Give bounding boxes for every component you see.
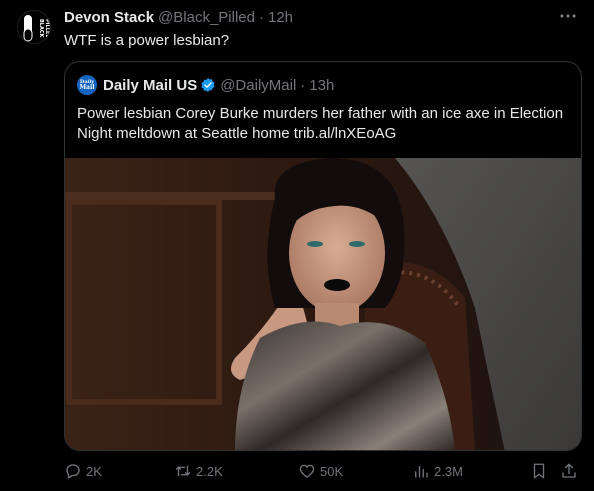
quote-author-name[interactable]: Daily Mail US: [103, 77, 197, 94]
author-name[interactable]: Devon Stack: [64, 9, 154, 27]
tweet[interactable]: BLACK PILLED Devon Stack @Black_Pilled ·…: [0, 0, 594, 491]
tweet-time[interactable]: 12h: [268, 9, 293, 27]
svg-text:PILLED: PILLED: [44, 19, 50, 38]
quote-time[interactable]: 13h: [309, 77, 334, 94]
quote-text: Power lesbian Corey Burke murders her fa…: [77, 105, 564, 142]
like-count: 50K: [320, 463, 344, 479]
quote-author-handle[interactable]: @DailyMail: [220, 77, 296, 94]
daily-mail-avatar-icon[interactable]: Daily Mail: [77, 75, 97, 95]
views-button[interactable]: 2.3M: [412, 460, 463, 482]
heart-icon: [299, 464, 315, 478]
author-handle[interactable]: @Black_Pilled: [158, 9, 255, 27]
reply-icon: [66, 464, 80, 479]
views-chart-icon: [415, 465, 428, 478]
tweet-text: WTF is a power lesbian?: [64, 32, 230, 49]
action-bar: 2K 2.2K 50K 2.3M: [64, 460, 580, 482]
quote-header: Daily Mail Daily Mail US @DailyMail · 13h: [77, 75, 334, 95]
like-button[interactable]: 50K: [298, 460, 343, 482]
svg-text:BLACK: BLACK: [38, 19, 44, 39]
views-count: 2.3M: [434, 463, 463, 479]
header-separator: ·: [258, 9, 264, 26]
black-pilled-logo-icon: BLACK PILLED: [18, 11, 50, 43]
share-icon: [562, 463, 576, 478]
reply-button[interactable]: 2K: [64, 460, 102, 482]
bookmark-button[interactable]: [530, 460, 552, 482]
article-photo[interactable]: [65, 158, 581, 450]
quoted-tweet[interactable]: Daily Mail Daily Mail US @DailyMail · 13h…: [64, 61, 582, 451]
quote-separator: ·: [300, 76, 306, 94]
retweet-button[interactable]: 2.2K: [174, 460, 223, 482]
reply-count: 2K: [86, 463, 102, 479]
bookmark-icon: [533, 463, 545, 479]
verified-badge-icon: [200, 77, 216, 93]
more-dots-icon[interactable]: [558, 8, 578, 26]
retweet-count: 2.2K: [196, 463, 223, 479]
tweet-header: Devon Stack @Black_Pilled · 12h: [64, 9, 293, 27]
share-button[interactable]: [560, 460, 582, 482]
author-avatar[interactable]: BLACK PILLED: [17, 10, 51, 44]
retweet-icon: [175, 465, 191, 477]
